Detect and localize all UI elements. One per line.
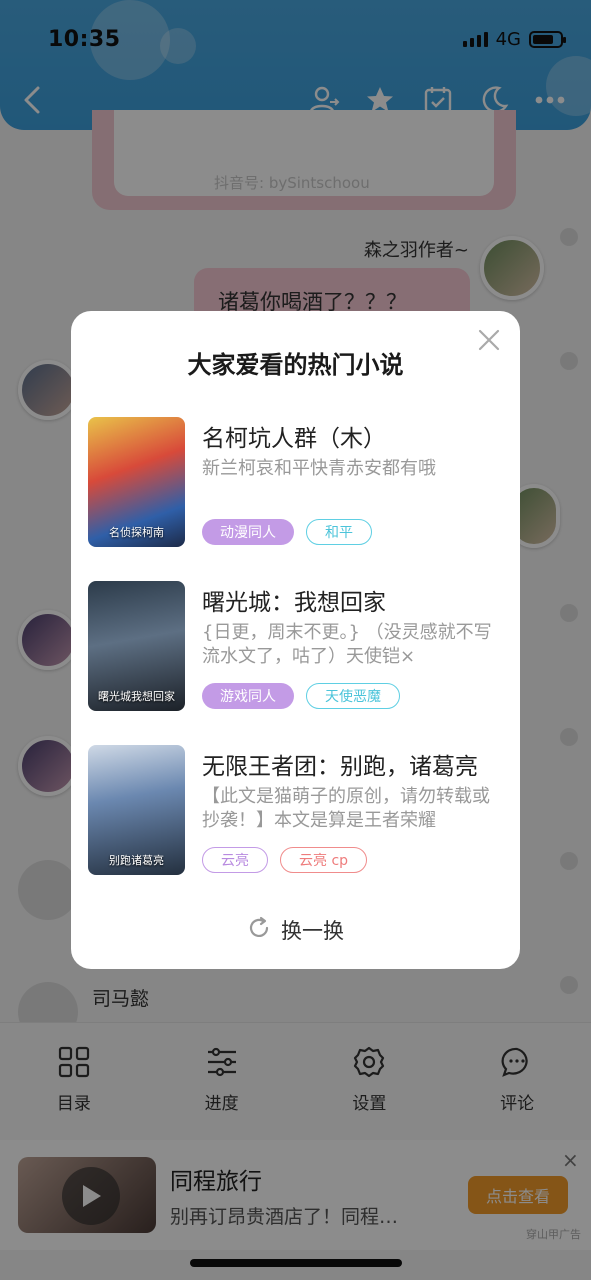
novel-tag[interactable]: 和平 [306, 519, 372, 545]
cover-text: 曙光城我想回家 [98, 689, 175, 703]
novel-cover[interactable]: 曙光城我想回家 [88, 581, 185, 711]
novel-description: 【此文是猫萌子的原创，请勿转载或抄袭！】本文是算是王者荣耀 [202, 786, 490, 831]
swap-label: 换一换 [281, 919, 344, 943]
novel-item[interactable]: 曙光城我想回家 曙光城：我想回家 {日更，周末不更。} （没灵感就不写流水文了，… [88, 581, 503, 711]
novel-title[interactable]: 曙光城：我想回家 [202, 583, 494, 617]
novel-tag[interactable]: 云亮 cp [280, 847, 368, 873]
novel-tag[interactable]: 天使恶魔 [306, 683, 400, 709]
novel-title[interactable]: 无限王者团：别跑，诸葛亮 [202, 747, 494, 781]
novel-description: 新兰柯哀和平快青赤安都有哦 [202, 458, 436, 479]
refresh-icon [247, 916, 271, 945]
cover-text: 别跑诸葛亮 [109, 853, 164, 867]
novel-title[interactable]: 名柯坑人群（木） [202, 419, 494, 453]
novel-tag[interactable]: 游戏同人 [202, 683, 294, 709]
novel-item[interactable]: 别跑诸葛亮 无限王者团：别跑，诸葛亮 【此文是猫萌子的原创，请勿转载或抄袭！】本… [88, 745, 503, 875]
cover-text: 名侦探柯南 [109, 525, 164, 539]
novel-cover[interactable]: 名侦探柯南 [88, 417, 185, 547]
novel-tag[interactable]: 云亮 [202, 847, 268, 873]
modal-title: 大家爱看的热门小说 [187, 351, 404, 379]
novel-cover[interactable]: 别跑诸葛亮 [88, 745, 185, 875]
recommendation-modal: 大家爱看的热门小说 名侦探柯南 名柯坑人群（木） 新兰柯哀和平快青赤安都有哦 动… [71, 311, 520, 969]
novel-description: {日更，周末不更。} （没灵感就不写流水文了，咕了）天使铠× [202, 622, 492, 667]
novel-tag[interactable]: 动漫同人 [202, 519, 294, 545]
novel-item[interactable]: 名侦探柯南 名柯坑人群（木） 新兰柯哀和平快青赤安都有哦 动漫同人 和平 [88, 417, 503, 547]
swap-button[interactable]: 换一换 [71, 915, 520, 945]
